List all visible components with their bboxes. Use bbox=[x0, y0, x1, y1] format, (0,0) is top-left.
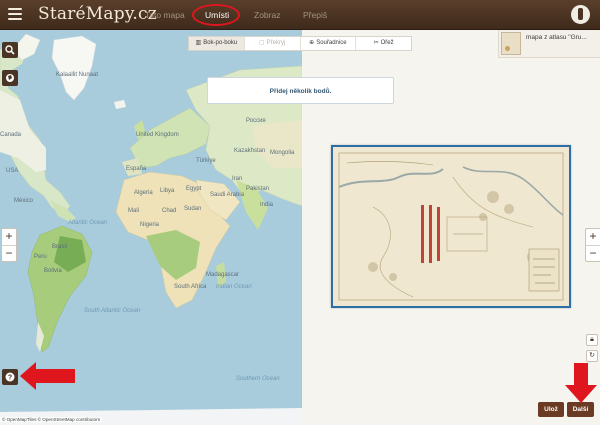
tab-overlay[interactable]: ▢ Překryj bbox=[245, 37, 301, 50]
next-button[interactable]: Další bbox=[567, 402, 594, 417]
tab-crop[interactable]: ✂ Ořež bbox=[356, 37, 411, 50]
label-south-africa: South Africa bbox=[174, 284, 207, 290]
map-zoom-control: + − bbox=[1, 228, 17, 262]
label-chad: Chad bbox=[162, 208, 177, 214]
zoom-out-button[interactable]: − bbox=[2, 245, 16, 261]
label-sudan: Sudan bbox=[184, 206, 202, 212]
site-logo[interactable]: StaréMapy.cz bbox=[38, 4, 157, 24]
lock-button[interactable]: 🔒︎ bbox=[586, 334, 598, 346]
tab-crop-label: Ořež bbox=[380, 40, 394, 46]
label-canada: Canada bbox=[0, 132, 22, 138]
scissors-icon: ✂ bbox=[373, 40, 379, 46]
help-icon: ? bbox=[5, 372, 15, 382]
map-thumbnail bbox=[501, 32, 521, 55]
map-preview-title: mapa z atlasu "Gru... bbox=[526, 34, 587, 41]
label-nigeria: Nigeria bbox=[140, 222, 160, 228]
map-view-toolbar: ▥ Bok-po-boku ▢ Překryj ⊕ Souřadnice ✂ O… bbox=[188, 36, 412, 51]
label-mongolia: Mongolia bbox=[270, 150, 295, 156]
highlight-circle bbox=[192, 4, 240, 26]
label-mali: Mali bbox=[128, 208, 140, 214]
tab-side-by-side-label: Bok-po-boku bbox=[203, 40, 238, 46]
nav-prepis[interactable]: Přepiš bbox=[303, 0, 327, 30]
rotate-button[interactable]: ↻ bbox=[586, 350, 598, 362]
label-southern-ocean: Southern Ocean bbox=[236, 376, 280, 382]
label-egypt: Egypt bbox=[186, 186, 202, 192]
old-map-zoom-in-button[interactable]: + bbox=[586, 229, 600, 245]
save-button[interactable]: Ulož bbox=[538, 402, 564, 417]
tab-overlay-label: Překryj bbox=[266, 40, 286, 46]
label-pakistan: Pakistan bbox=[246, 186, 270, 192]
search-button[interactable] bbox=[2, 42, 18, 58]
red-arrow-left-icon bbox=[20, 362, 75, 390]
label-turkey: Türkiye bbox=[196, 158, 216, 164]
globe-button[interactable] bbox=[2, 70, 18, 86]
label-indian-ocean: Indian Ocean bbox=[216, 284, 252, 290]
nav-tato-mapa[interactable]: Tato mapa bbox=[145, 0, 185, 30]
search-icon bbox=[5, 45, 15, 55]
menu-icon[interactable] bbox=[8, 8, 22, 22]
scanned-old-map[interactable] bbox=[331, 145, 571, 308]
rotate-icon: ↻ bbox=[589, 352, 595, 359]
label-kazakhstan: Kazakhstan bbox=[234, 148, 266, 154]
label-kalaallit: Kalaallit Nunaat bbox=[56, 72, 99, 78]
old-map-graphic bbox=[338, 152, 564, 301]
svg-text:?: ? bbox=[8, 375, 12, 382]
globe-icon bbox=[6, 74, 14, 82]
old-map-zoom-control: + − bbox=[585, 228, 600, 262]
label-usa: USA bbox=[6, 168, 19, 174]
old-map-zoom-out-button[interactable]: − bbox=[586, 245, 600, 261]
label-espana: España bbox=[126, 166, 147, 172]
tab-side-by-side[interactable]: ▥ Bok-po-boku bbox=[189, 37, 245, 50]
label-iran: Iran bbox=[232, 176, 243, 182]
label-algeria: Algeria bbox=[134, 190, 153, 196]
label-uk: United Kingdom bbox=[136, 132, 179, 138]
tab-coordinates-label: Souřadnice bbox=[316, 40, 347, 46]
top-bar: StaréMapy.cz Tato mapa Umísti Zobraz Pře… bbox=[0, 0, 600, 30]
help-button[interactable]: ? bbox=[2, 369, 18, 385]
label-atlantic: Atlantic Ocean bbox=[68, 220, 108, 226]
instruction-message: Přidej několik bodů. bbox=[207, 77, 394, 104]
label-bolivia: Bolivia bbox=[44, 268, 62, 274]
nav-zobraz[interactable]: Zobraz bbox=[254, 0, 280, 30]
label-russia: Россия bbox=[246, 118, 266, 124]
side-by-side-icon: ▥ bbox=[195, 40, 202, 46]
user-icon[interactable] bbox=[571, 5, 590, 24]
red-arrow-down-icon bbox=[565, 363, 597, 403]
lock-icon: 🔒︎ bbox=[590, 336, 594, 343]
tab-coordinates[interactable]: ⊕ Souřadnice bbox=[301, 37, 357, 50]
label-mexico: México bbox=[14, 198, 34, 204]
overlay-icon: ▢ bbox=[258, 40, 265, 46]
map-attribution[interactable]: © OpenMapTiles © OpenStreetMap contribut… bbox=[0, 417, 103, 422]
label-south-atlantic: South Atlantic Ocean bbox=[84, 308, 141, 314]
label-brasil: Brasil bbox=[52, 244, 68, 250]
zoom-in-button[interactable]: + bbox=[2, 229, 16, 245]
label-madagascar: Madagascar bbox=[206, 272, 240, 278]
crosshair-icon: ⊕ bbox=[309, 40, 315, 46]
label-peru: Peru bbox=[34, 254, 47, 260]
label-libya: Libya bbox=[160, 188, 175, 194]
label-india: India bbox=[260, 202, 274, 208]
map-preview-card[interactable]: mapa z atlasu "Gru... bbox=[498, 30, 600, 58]
label-saudi: Saudi Arabia bbox=[210, 192, 245, 198]
